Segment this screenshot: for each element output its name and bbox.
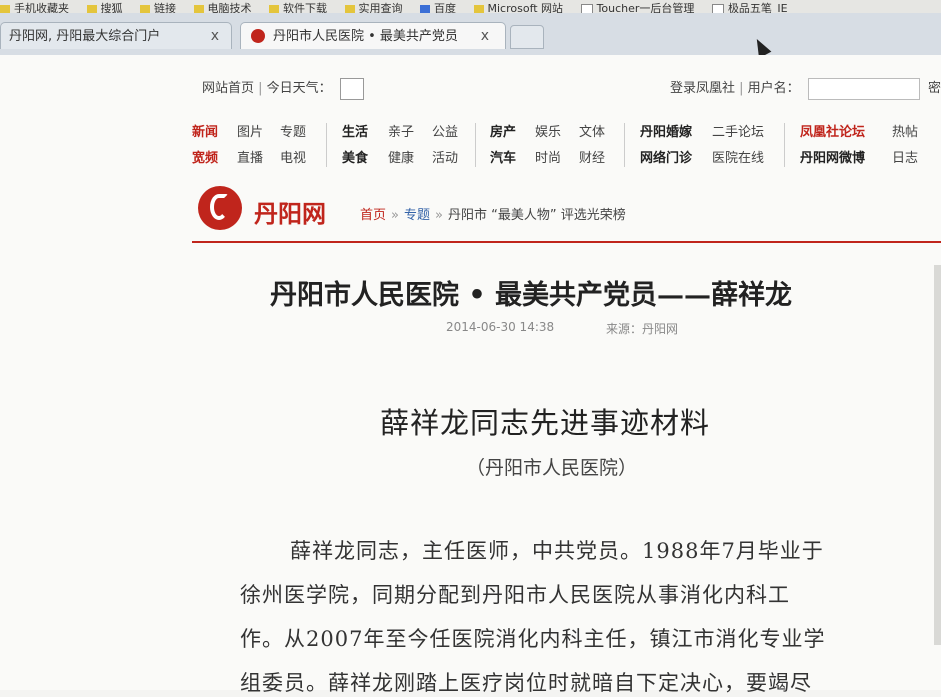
tab-danyang-portal[interactable]: 丹阳网, 丹阳最大综合门户 x (0, 22, 232, 49)
nav-entertainment[interactable]: 娱乐 (535, 121, 561, 140)
folder-icon (140, 4, 150, 13)
article-line: 作。从2007年至今任医院消化内科主任，镇江市消化专业学 (240, 627, 826, 651)
article-line: 徐州医学院，同期分配到丹阳市人民医院从事消化内科工 (240, 583, 790, 607)
login-area: 登录凤凰社 | 用户名： 密 (670, 77, 941, 100)
nav-pictures[interactable]: 图片 (237, 121, 263, 140)
tab-bar: 丹阳网, 丹阳最大综合门户 x 丹阳市人民医院 • 最美共产党员 x (0, 13, 941, 55)
nav-row: 新闻 图片 专题 生活 亲子 公益 房产 娱乐 文体 丹阳婚嫁 二手论坛 凤凰社… (192, 121, 941, 143)
breadcrumb-home[interactable]: 首页 (360, 208, 386, 223)
nav-tv[interactable]: 电视 (280, 147, 306, 166)
nav-fashion[interactable]: 时尚 (535, 147, 561, 166)
username-label: 用户名： (747, 81, 800, 96)
article-title: 丹阳市人民医院 • 最美共产党员——薛祥龙 (270, 280, 793, 311)
logo-text: 丹阳网 (254, 200, 326, 228)
nav-weddings[interactable]: 丹阳婚嫁 (640, 121, 692, 140)
nav-divider (784, 123, 785, 167)
bookmark-item[interactable]: Toucher一后台管理 (580, 0, 694, 13)
password-label: 密 (927, 81, 941, 96)
nav-health[interactable]: 健康 (388, 147, 414, 166)
page-icon (580, 3, 593, 13)
page-icon (711, 3, 724, 13)
nav-housing[interactable]: 房产 (490, 121, 516, 140)
nav-life[interactable]: 生活 (342, 121, 368, 140)
site-home-link[interactable]: 网站首页 (202, 81, 254, 96)
nav-charity[interactable]: 公益 (432, 121, 458, 140)
folder-icon (473, 4, 484, 13)
nav-second-hand[interactable]: 二手论坛 (712, 121, 764, 140)
article-subheading: （丹阳市人民医院） (466, 457, 638, 479)
logo-icon (198, 186, 242, 230)
breadcrumb-topic[interactable]: 专题 (404, 208, 430, 223)
close-icon[interactable]: x (211, 23, 219, 49)
scroll-edge (934, 265, 941, 645)
nav-parenting[interactable]: 亲子 (388, 121, 414, 140)
article-date: 2014-06-30 14:38 (446, 320, 555, 334)
folder-icon (0, 4, 10, 13)
nav-hot-posts[interactable]: 热帖 (892, 121, 918, 140)
main-navigation: 新闻 图片 专题 生活 亲子 公益 房产 娱乐 文体 丹阳婚嫁 二手论坛 凤凰社… (192, 121, 941, 167)
nav-divider (624, 123, 625, 167)
folder-icon (86, 4, 97, 13)
nav-food[interactable]: 美食 (342, 147, 368, 166)
username-field[interactable] (807, 77, 920, 100)
site-logo[interactable]: 丹阳网 (198, 186, 348, 230)
nav-online-clinic[interactable]: 网络门诊 (640, 147, 692, 166)
nav-cars[interactable]: 汽车 (490, 147, 516, 166)
baidu-icon (420, 4, 430, 13)
nav-live[interactable]: 直播 (237, 147, 263, 166)
nav-divider (326, 123, 327, 167)
bookmark-item[interactable]: 链接 (140, 0, 176, 13)
bookmark-item[interactable]: 百度 (420, 0, 456, 13)
nav-events[interactable]: 活动 (432, 147, 458, 166)
new-tab-button[interactable] (510, 25, 544, 49)
top-links: 网站首页 | 今日天气： (202, 77, 364, 100)
nav-topics[interactable]: 专题 (280, 121, 306, 140)
article-source: 来源：丹阳网 (606, 322, 679, 336)
article-heading: 薛祥龙同志先进事迹材料 (380, 406, 711, 440)
site-favicon-icon (251, 29, 265, 43)
nav-row: 宽频 直播 电视 美食 健康 活动 汽车 时尚 财经 网络门诊 医院在线 丹阳网… (192, 147, 941, 169)
nav-news[interactable]: 新闻 (192, 121, 218, 140)
bookmark-item[interactable]: Microsoft 网站 (473, 0, 563, 13)
bookmark-item[interactable]: 手机收藏夹 (0, 0, 69, 13)
folder-icon (269, 4, 279, 13)
nav-hospital-online[interactable]: 医院在线 (712, 147, 764, 166)
nav-finance[interactable]: 财经 (579, 147, 605, 166)
bookmark-item[interactable]: 软件下载 (269, 0, 327, 13)
folder-icon (193, 4, 204, 13)
nav-forum[interactable]: 凤凰社论坛 (800, 121, 865, 140)
bookmark-item[interactable]: 极品五笔_IE (711, 0, 788, 13)
breadcrumb-current[interactable]: 丹阳市 “最美人物” 评选光荣榜 (448, 208, 626, 223)
bookmark-item[interactable]: 搜狐 (86, 0, 123, 13)
tab-hospital-article[interactable]: 丹阳市人民医院 • 最美共产党员 x (240, 22, 506, 49)
weather-label: 今日天气： (266, 81, 332, 96)
article-line: 薛祥龙同志，主任医师，中共党员。1988年7月毕业于 (290, 539, 824, 563)
weather-box (339, 77, 364, 100)
close-icon[interactable]: x (481, 23, 489, 49)
article-line: 组委员。薛祥龙刚踏上医疗岗位时就暗自下定决心，要竭尽 (240, 671, 812, 695)
bookmarks-bar: 手机收藏夹 搜狐 链接 电脑技术 软件下载 实用查询 百度 Microsoft … (0, 0, 941, 13)
bookmark-item[interactable]: 电脑技术 (193, 0, 252, 13)
nav-culture-sports[interactable]: 文体 (579, 121, 605, 140)
nav-video[interactable]: 宽频 (192, 147, 218, 166)
login-link[interactable]: 登录凤凰社 (670, 81, 735, 96)
nav-weibo[interactable]: 丹阳网微博 (800, 147, 865, 166)
bookmark-item[interactable]: 实用查询 (344, 0, 403, 13)
nav-divider (475, 123, 476, 167)
nav-blog[interactable]: 日志 (892, 147, 918, 166)
header-divider (192, 241, 941, 243)
breadcrumb: 首页» 专题» 丹阳市 “最美人物” 评选光荣榜 (360, 208, 626, 223)
folder-icon (344, 4, 355, 13)
web-page: 网站首页 | 今日天气： 登录凤凰社 | 用户名： 密 新闻 图片 专题 生活 … (0, 55, 941, 695)
